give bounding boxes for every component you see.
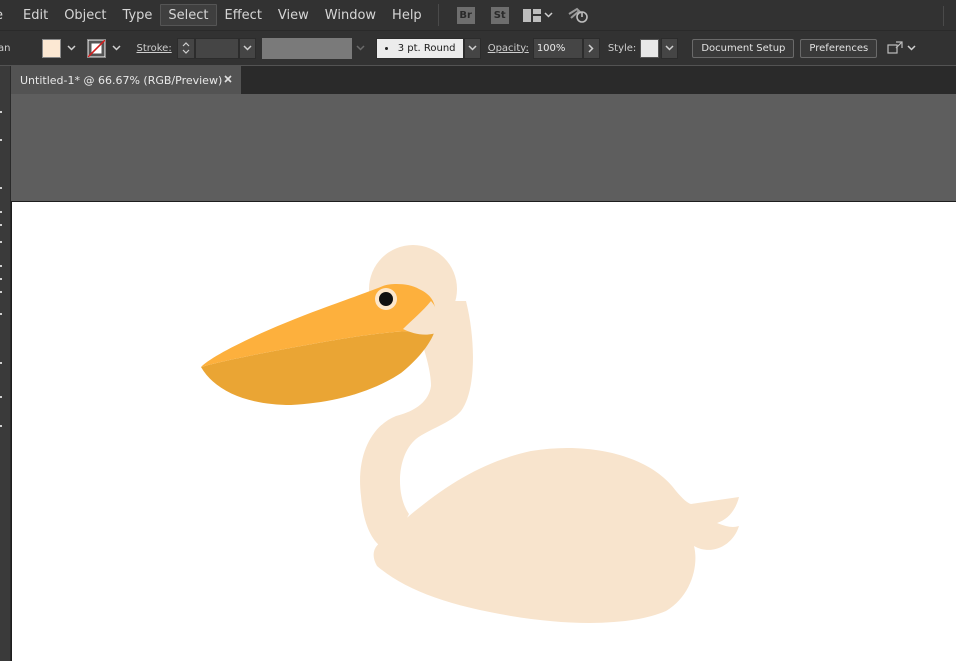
preferences-button[interactable]: Preferences	[800, 38, 878, 58]
variable-width-dropdown[interactable]	[354, 38, 368, 59]
bridge-button[interactable]: Br	[456, 6, 475, 24]
menu-select[interactable]: Select	[160, 4, 217, 26]
pelican-illustration[interactable]	[11, 201, 956, 661]
arrange-documents-button[interactable]	[522, 8, 553, 22]
graphic-style-dropdown[interactable]	[661, 37, 679, 59]
tools-panel-edge[interactable]	[0, 66, 11, 661]
tool-marker	[0, 224, 2, 226]
stroke-weight-dropdown[interactable]	[238, 37, 256, 59]
tool-marker	[0, 291, 2, 293]
document-tab-title: Untitled-1* @ 66.67% (RGB/Preview)	[20, 73, 223, 87]
chevron-down-icon	[468, 45, 477, 51]
canvas-area[interactable]	[11, 94, 956, 661]
gpu-performance-button[interactable]	[567, 6, 589, 24]
gpu-performance-icon	[568, 7, 588, 23]
transform-icon	[887, 41, 903, 54]
menu-effect[interactable]: Effect	[217, 4, 270, 26]
chevron-right-icon	[588, 43, 594, 53]
control-bar: an Stroke: 3 pt. Round Opacity: 100% Sty…	[0, 30, 956, 65]
menu-separator	[437, 4, 439, 26]
fill-dropdown[interactable]	[64, 38, 78, 59]
opacity-label[interactable]: Opacity:	[488, 43, 529, 54]
no-stroke-icon	[88, 39, 106, 57]
brush-dropdown[interactable]	[463, 37, 481, 59]
brush-definition[interactable]: 3 pt. Round	[375, 37, 464, 59]
menu-view[interactable]: View	[270, 4, 317, 26]
tool-marker	[0, 265, 2, 267]
pelican-body	[373, 447, 739, 623]
stroke-swatch-none[interactable]	[87, 38, 107, 58]
menubar-divider	[943, 6, 944, 26]
selection-label-partial: an	[0, 42, 11, 54]
stroke-weight-input[interactable]	[194, 37, 239, 59]
chevron-down-icon	[67, 45, 76, 51]
artboard[interactable]	[11, 201, 956, 661]
brush-label: 3 pt. Round	[397, 42, 456, 54]
document-setup-button[interactable]: Document Setup	[692, 38, 795, 58]
menu-type[interactable]: Type	[115, 4, 161, 26]
tool-marker	[0, 139, 2, 141]
chevron-down-icon	[665, 45, 674, 51]
tool-marker	[0, 313, 2, 315]
tool-marker	[0, 278, 2, 280]
stepper-arrows-icon	[182, 42, 190, 54]
graphic-style-swatch[interactable]	[640, 38, 660, 58]
arrange-documents-icon	[522, 8, 541, 22]
menu-object[interactable]: Object	[56, 4, 114, 26]
menu-file-partial[interactable]: e	[0, 4, 11, 26]
tool-marker	[0, 111, 2, 113]
close-icon[interactable]	[222, 73, 234, 85]
tool-marker	[0, 211, 2, 213]
tool-marker	[0, 187, 2, 189]
menu-edit[interactable]: Edit	[15, 4, 56, 26]
style-label: Style:	[607, 42, 637, 54]
eye-pupil	[379, 292, 393, 306]
document-tab[interactable]: Untitled-1* @ 66.67% (RGB/Preview)	[11, 66, 241, 94]
document-tab-bar: Untitled-1* @ 66.67% (RGB/Preview)	[11, 66, 956, 94]
tool-marker	[0, 396, 2, 398]
menu-bar: e Edit Object Type Select Effect View Wi…	[0, 0, 956, 30]
tool-marker	[0, 241, 2, 243]
tool-marker	[0, 425, 2, 427]
quick-actions-button[interactable]	[887, 41, 916, 55]
stroke-label[interactable]: Stroke:	[136, 43, 171, 54]
stock-button[interactable]: St	[490, 6, 509, 24]
opacity-flyout-button[interactable]	[582, 37, 600, 59]
stroke-weight-stepper[interactable]	[176, 37, 195, 59]
chevron-down-icon	[356, 45, 365, 51]
variable-width-profile[interactable]	[261, 37, 352, 59]
stroke-dropdown[interactable]	[109, 38, 123, 59]
chevron-down-icon	[243, 45, 252, 51]
chevron-down-icon	[112, 45, 121, 51]
opacity-input[interactable]: 100%	[532, 37, 583, 59]
chevron-down-icon	[544, 12, 553, 18]
menu-window[interactable]: Window	[317, 4, 384, 26]
fill-swatch[interactable]	[42, 38, 62, 58]
menu-help[interactable]: Help	[384, 4, 430, 26]
tool-marker	[0, 362, 2, 364]
brush-dot-icon	[384, 46, 388, 50]
chevron-down-icon	[907, 45, 916, 51]
